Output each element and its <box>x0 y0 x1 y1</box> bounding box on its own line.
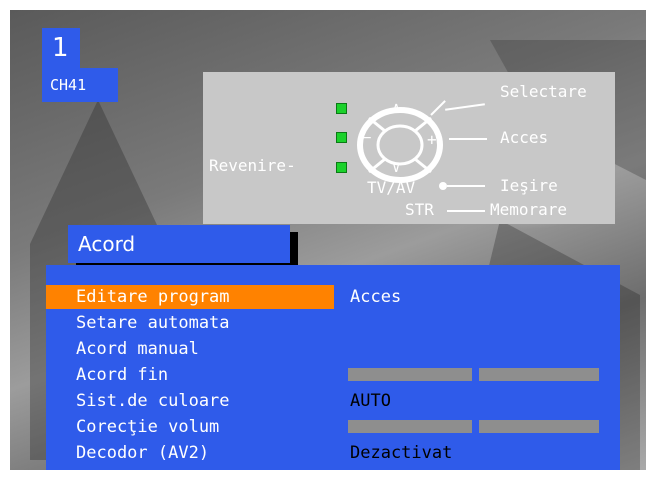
acord-menu: Editare program Setare automata Acord ma… <box>46 265 620 470</box>
decodor-value: Dezactivat <box>350 443 453 463</box>
leader-line <box>449 138 487 140</box>
menu-item-acord-manual[interactable]: Acord manual <box>46 337 334 361</box>
leader-line <box>447 210 485 212</box>
program-number: 1 <box>42 28 80 68</box>
button-dot-icon <box>439 182 447 190</box>
green-led-icon <box>336 103 347 114</box>
menu-item-setare-automata[interactable]: Setare automata <box>46 311 334 335</box>
memorare-label: Memorare <box>490 200 568 219</box>
acces-label: Acces <box>500 128 549 147</box>
menu-item-corectie-volum[interactable]: Corecţie volum <box>46 415 334 439</box>
green-led-icon <box>336 162 347 173</box>
menu-title: Acord <box>68 225 290 263</box>
leader-line <box>445 103 485 111</box>
acord-fin-bar <box>479 368 599 381</box>
iesire-label: Ieşire <box>500 176 558 195</box>
channel-label: CH41 <box>42 68 118 102</box>
menu-item-editare-program[interactable]: Editare program <box>46 285 334 309</box>
arrow-up-icon: ∧ <box>392 100 401 116</box>
editare-program-value: Acces <box>350 287 402 307</box>
sist-culoare-value: AUTO <box>350 391 391 411</box>
selectare-label: Selectare <box>500 82 587 101</box>
arrow-down-icon: ∨ <box>392 160 401 176</box>
menu-item-sist-culoare[interactable]: Sist.de culoare <box>46 389 334 413</box>
plus-icon: + <box>427 130 437 149</box>
str-label: STR <box>405 200 434 219</box>
acord-fin-bar <box>348 368 472 381</box>
corectie-volum-bar <box>479 420 599 433</box>
leader-line <box>447 185 485 187</box>
remote-help-panel: ∧ ∨ − + Selectare Acces Revenire- TV/AV … <box>203 72 615 224</box>
corectie-volum-bar <box>348 420 472 433</box>
tvav-label: TV/AV <box>367 178 416 197</box>
revenire-label: Revenire- <box>209 156 296 175</box>
menu-item-decodor[interactable]: Decodor (AV2) <box>46 441 334 465</box>
menu-item-acord-fin[interactable]: Acord fin <box>46 363 334 387</box>
minus-icon: − <box>363 130 372 146</box>
green-led-icon <box>336 132 347 143</box>
